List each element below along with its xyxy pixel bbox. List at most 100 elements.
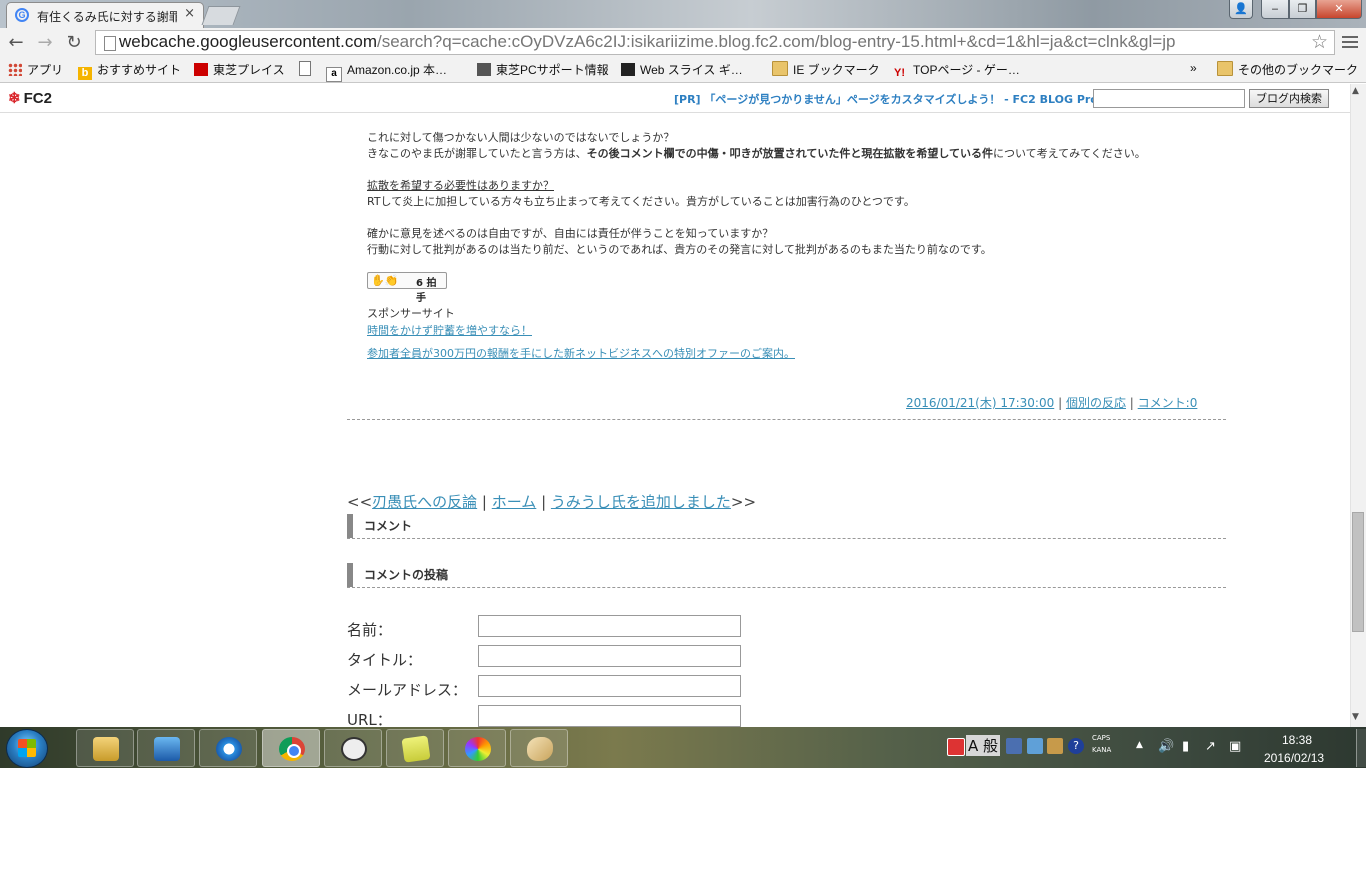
minimize-button[interactable]: ‒ <box>1261 0 1289 19</box>
caps-indicator: CAPS <box>1092 734 1111 742</box>
bookmark-label: 東芝プレイス <box>213 63 285 77</box>
fc2-logo-icon: ❄ <box>8 90 21 107</box>
sponsor-link[interactable]: 参加者全員が300万円の報酬を手にした新ネットビジネスへの特別オファーのご案内。 <box>367 345 795 361</box>
show-desktop-button[interactable] <box>1356 729 1366 767</box>
article-bold-text: その後コメント欄での中傷・叩きが放置されていた件と現在拡散を希望している件 <box>586 147 994 160</box>
comments-divider <box>347 538 1226 539</box>
post-divider <box>347 587 1226 588</box>
taskbar-chrome[interactable] <box>262 729 320 767</box>
category-link[interactable]: 個別の反応 <box>1066 396 1126 410</box>
scroll-up-icon[interactable]: ▲ <box>1352 86 1359 96</box>
sponsor-link[interactable]: 時間をかけず貯蓄を増やすなら！ <box>367 322 532 338</box>
fc2-pr-link[interactable]: [PR] 「ページが見つかりません」ページをカスタマイズしよう！ - FC2 B… <box>674 91 1098 107</box>
bookmark-amazon[interactable]: a Amazon.co.jp 本… <box>326 61 447 82</box>
close-button[interactable]: ✕ <box>1316 0 1362 19</box>
tab-active[interactable]: G 有住くるみ氏に対する謝罪 × <box>6 2 204 29</box>
url-field[interactable] <box>478 705 741 727</box>
sponsor-label: スポンサーサイト <box>367 307 455 320</box>
profile-button[interactable]: 👤 <box>1229 0 1253 19</box>
back-button[interactable]: ← <box>4 31 28 55</box>
blog-search-button[interactable]: ブログ内検索 <box>1249 89 1329 108</box>
article-text: きなこのやま氏が謝罪していたと言う方は、 <box>367 147 587 160</box>
comments-link[interactable]: コメント:0 <box>1138 396 1198 410</box>
article-line: RTして炎上に加担している方々も立ち止まって考えてください。貴方がしていることは… <box>367 195 915 208</box>
amazon-icon: a <box>326 67 342 82</box>
blog-search-input[interactable] <box>1093 89 1245 108</box>
scroll-down-icon[interactable]: ▼ <box>1352 712 1359 722</box>
home-link[interactable]: ホーム <box>492 493 537 511</box>
prev-entry-link[interactable]: 刃愚氏への反論 <box>372 493 477 511</box>
bookmark-yahoo[interactable]: Y! TOPページ - ゲー… <box>894 61 1020 80</box>
paint-icon <box>527 737 553 761</box>
bookmark-webslice[interactable]: Web スライス ギ… <box>621 61 743 78</box>
taskbar-sticky-notes[interactable] <box>386 729 444 767</box>
clock-date[interactable]: 2016/02/13 <box>1264 751 1324 765</box>
explorer-icon <box>93 737 119 761</box>
bookmark-other[interactable]: その他のブックマーク <box>1217 61 1358 78</box>
start-button[interactable] <box>6 729 48 768</box>
fc2-logo-text: FC2 <box>23 90 52 107</box>
title-field[interactable] <box>478 645 741 667</box>
next-entry-link[interactable]: うみうし氏を追加しました <box>551 493 731 511</box>
yahoo-icon: Y! <box>894 67 905 79</box>
pager-separator: | <box>477 493 492 511</box>
article-line: 行動に対して批判があるのは当たり前だ、というのであれば、貴方のその発言に対して批… <box>367 243 992 256</box>
entry-date-link[interactable]: 2016/01/21(木) 17:30:00 <box>906 396 1054 410</box>
bookmark-label: Amazon.co.jp 本… <box>347 63 448 77</box>
next-mark: >> <box>730 493 757 511</box>
name-field[interactable] <box>478 615 741 637</box>
bookmark-label: おすすめサイト <box>97 63 182 77</box>
taskbar-clock-app[interactable] <box>324 729 382 767</box>
maximize-button[interactable]: ❐ <box>1289 0 1316 19</box>
bookmark-apps[interactable]: アプリ <box>8 61 63 78</box>
internet-explorer-icon <box>216 737 242 761</box>
security-tray-icon[interactable] <box>947 738 965 756</box>
article-question: 拡散を希望する必要性はありますか？ <box>367 179 554 192</box>
taskbar-ie[interactable] <box>199 729 257 767</box>
bookmark-toshiba-pc[interactable]: 東芝PCサポート情報 <box>477 61 609 78</box>
color-wheel-icon <box>465 737 491 761</box>
battery-icon[interactable]: ▮ <box>1182 739 1189 754</box>
taskbar-explorer[interactable] <box>76 729 134 767</box>
toshiba-icon <box>194 63 208 76</box>
bookmark-ie-folder[interactable]: IE ブックマーク <box>772 61 880 78</box>
clap-button[interactable]: ✋👏 6 拍手 <box>367 272 447 304</box>
kana-indicator: KANA <box>1092 746 1112 754</box>
taskbar-media[interactable] <box>137 729 195 767</box>
taskbar-paint[interactable] <box>510 729 568 767</box>
help-icon[interactable]: ? <box>1068 738 1084 754</box>
forward-button[interactable]: → <box>33 31 57 55</box>
article-line: 確かに意見を述べるのは自由ですが、自由には責任が伴うことを知っていますか？ <box>367 227 774 240</box>
scrollbar-thumb[interactable] <box>1352 512 1364 632</box>
comment-post-heading: コメントの投稿 <box>347 563 448 587</box>
pin-icon[interactable]: ↗ <box>1205 739 1216 754</box>
tab-close-icon[interactable]: × <box>184 6 195 21</box>
name-label: 名前： <box>347 621 393 639</box>
volume-icon[interactable]: 🔊 <box>1158 739 1174 754</box>
windows-logo-icon <box>18 739 36 757</box>
bookmark-page[interactable] <box>299 61 316 77</box>
email-field[interactable] <box>478 675 741 697</box>
ime-dictionary-icon[interactable] <box>1027 738 1043 754</box>
bookmark-recommended[interactable]: b おすすめサイト <box>78 61 181 80</box>
bookmark-star-icon[interactable]: ☆ <box>1311 31 1328 53</box>
fc2-logo[interactable]: ❄ FC2 <box>8 89 52 107</box>
taskbar-color-app[interactable] <box>448 729 506 767</box>
comments-heading: コメント <box>347 514 412 538</box>
ime-toolbox-icon[interactable] <box>1047 738 1063 754</box>
tab-title: 有住くるみ氏に対する謝罪 <box>37 10 177 24</box>
tray-expand-icon[interactable]: ▲ <box>1136 740 1143 750</box>
prev-mark: << <box>347 493 373 511</box>
url-text[interactable]: webcache.googleusercontent.com/search?q=… <box>119 32 1175 52</box>
ime-indicator[interactable]: A 般 <box>966 735 1001 756</box>
menu-icon[interactable] <box>1342 33 1358 51</box>
network-icon[interactable]: ▣ <box>1229 739 1241 754</box>
reload-button[interactable]: ↻ <box>62 31 86 55</box>
clock-time[interactable]: 18:38 <box>1282 733 1312 747</box>
clap-hands-icon: ✋👏 <box>371 274 399 287</box>
sticky-notes-icon <box>401 735 431 763</box>
bookmark-toshiba-place[interactable]: 東芝プレイス <box>194 61 285 78</box>
google-icon: G <box>15 8 29 22</box>
ime-tool-icon[interactable] <box>1006 738 1022 754</box>
bookmarks-more-button[interactable]: » <box>1190 61 1197 75</box>
